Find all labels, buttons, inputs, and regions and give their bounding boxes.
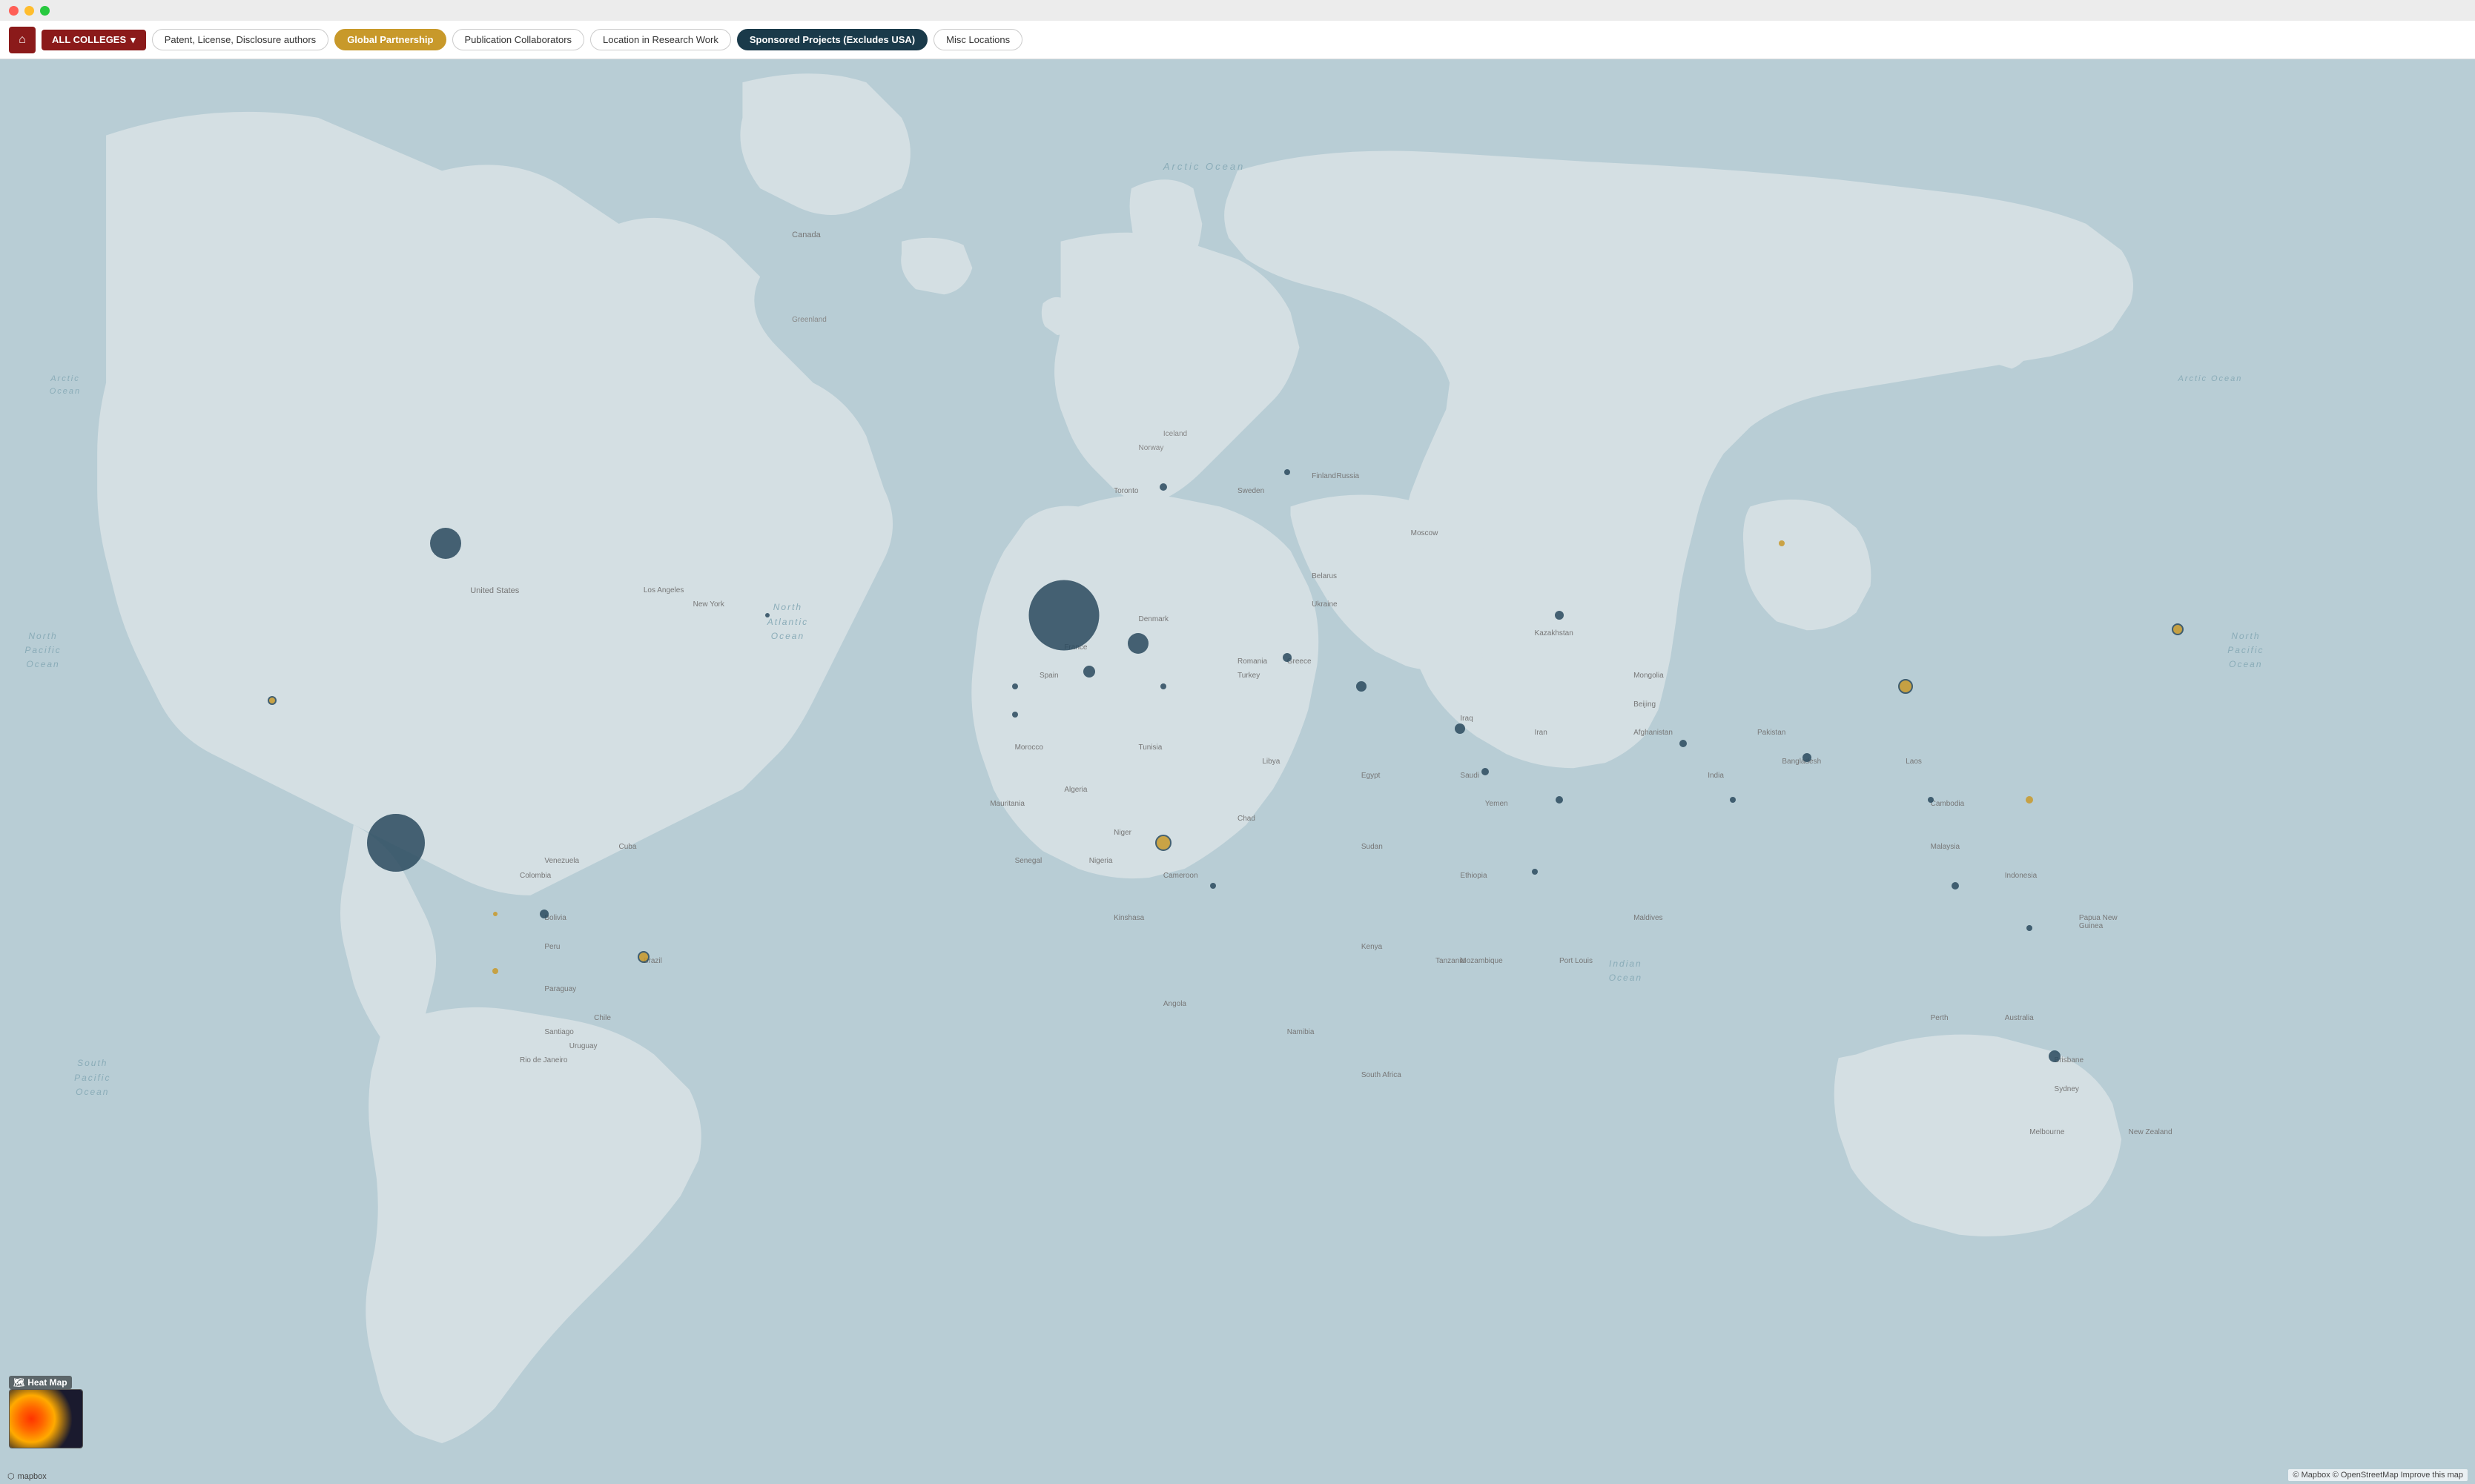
bubble-turkey[interactable] — [1356, 681, 1367, 692]
bubble-italy[interactable] — [1160, 683, 1166, 689]
close-button[interactable] — [9, 6, 19, 16]
bubble-brazil-gold[interactable] — [638, 951, 650, 963]
heatmap-canvas — [10, 1390, 82, 1448]
bubble-ethiopia[interactable] — [1532, 869, 1538, 875]
tab-patent[interactable]: Patent, License, Disclosure authors — [152, 29, 329, 50]
bubble-japan-gold[interactable] — [2172, 623, 2184, 635]
colleges-label: ALL COLLEGES — [52, 34, 126, 45]
bubble-romania[interactable] — [1283, 653, 1292, 662]
navbar: ⌂ ALL COLLEGES ▾ Patent, License, Disclo… — [0, 21, 2475, 59]
heatmap-thumbnail[interactable] — [9, 1389, 83, 1448]
bubble-colombia-gold[interactable] — [493, 912, 498, 916]
map-attribution: © Mapbox © OpenStreetMap Improve this ma… — [2288, 1469, 2468, 1481]
mapbox-icon: ⬡ — [7, 1471, 15, 1481]
maximize-button[interactable] — [40, 6, 50, 16]
bubble-iraq[interactable] — [1455, 723, 1465, 734]
bubble-mexico[interactable] — [367, 814, 425, 872]
tab-sponsored[interactable]: Sponsored Projects (Excludes USA) — [737, 29, 928, 50]
bubble-nigeria-gold[interactable] — [1155, 835, 1172, 851]
bubble-yemen[interactable] — [1556, 796, 1563, 804]
mapbox-text: mapbox — [18, 1472, 47, 1481]
bubble-spain[interactable] — [1012, 683, 1018, 689]
bubble-cameroon[interactable] — [1210, 883, 1216, 889]
bubble-laos[interactable] — [1928, 797, 1934, 803]
bubble-colombia[interactable] — [540, 910, 549, 918]
bubble-china-gold[interactable] — [1898, 679, 1913, 694]
bubble-uk-germany[interactable] — [1029, 580, 1100, 650]
bubble-finland[interactable] — [1284, 469, 1290, 475]
bubble-france[interactable] — [1083, 666, 1095, 678]
bubble-india[interactable] — [1730, 797, 1736, 803]
bubble-europe-2[interactable] — [1128, 633, 1149, 654]
bubble-kazakhstan[interactable] — [1555, 611, 1564, 620]
minimize-button[interactable] — [24, 6, 34, 16]
tab-misc[interactable]: Misc Locations — [934, 29, 1022, 50]
bubble-pakistan[interactable] — [1679, 740, 1687, 747]
bubble-bangladesh[interactable] — [1802, 753, 1811, 762]
titlebar — [0, 0, 2475, 21]
bubble-malaysia[interactable] — [1952, 882, 1959, 890]
bubble-ny-area[interactable] — [765, 613, 770, 617]
home-icon: ⌂ — [19, 33, 26, 47]
bubble-canada[interactable] — [430, 528, 461, 559]
colleges-dropdown-button[interactable]: ALL COLLEGES ▾ — [42, 30, 146, 50]
bubble-australia[interactable] — [2049, 1050, 2061, 1062]
bubble-seasia-gold[interactable] — [2026, 796, 2033, 804]
bubble-indonesia[interactable] — [2026, 925, 2032, 931]
home-button[interactable]: ⌂ — [9, 27, 36, 53]
bubble-losangeles-gold[interactable] — [268, 696, 277, 705]
mapbox-logo: ⬡ mapbox — [7, 1471, 47, 1481]
bubble-norway[interactable] — [1160, 483, 1167, 491]
chevron-down-icon: ▾ — [130, 34, 136, 46]
bubble-peru-gold[interactable] — [492, 968, 498, 974]
tab-global-partnership[interactable]: Global Partnership — [334, 29, 446, 50]
bubble-russia-gold[interactable] — [1779, 540, 1785, 546]
tab-location[interactable]: Location in Research Work — [590, 29, 731, 50]
bubble-morocco[interactable] — [1012, 712, 1018, 718]
world-map[interactable]: Arctic Ocean ArcticOcean Arctic Ocean No… — [0, 59, 2475, 1484]
bubble-saudi[interactable] — [1481, 768, 1489, 775]
tab-publication[interactable]: Publication Collaborators — [452, 29, 585, 50]
